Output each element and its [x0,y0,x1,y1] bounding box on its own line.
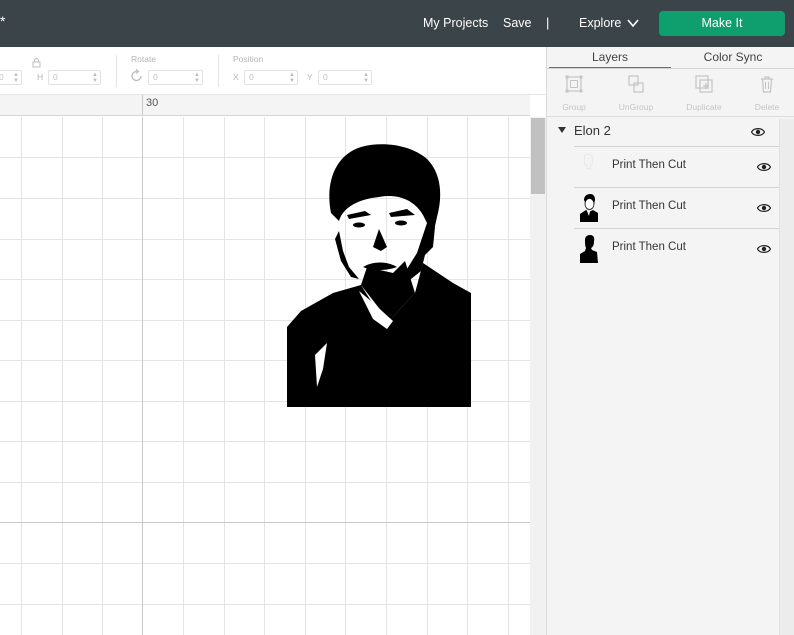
top-bar: * My Projects Save | Explore Make It [0,0,794,47]
unsaved-marker: * [0,13,6,29]
chevron-down-icon[interactable] [627,17,639,29]
layer-name: Print Then Cut [612,241,686,253]
stepper-icon[interactable]: ▲ ▼ [13,72,19,84]
portrait-image[interactable] [287,143,471,407]
panel-tabs: Layers Color Sync [547,47,794,69]
tab-layers[interactable]: Layers [549,47,671,69]
rotate-value: 0 [153,72,158,82]
layer-name: Print Then Cut [612,200,686,212]
height-field[interactable]: 0 ▲ ▼ [48,70,101,85]
rotate-field[interactable]: 0 ▲ ▼ [148,70,203,85]
y-label: Y [307,72,313,82]
stepper-icon[interactable]: ▲ ▼ [363,72,369,84]
eye-icon[interactable] [757,162,771,172]
layer-actions: Group UnGroup Duplicate Delete [547,69,794,117]
eye-icon[interactable] [757,244,771,254]
stepper-icon[interactable]: ▲ ▼ [92,72,98,84]
horizontal-ruler: 30 [0,95,530,116]
delete-label: Delete [754,102,780,112]
rotate-label: Rotate [131,54,157,64]
layers-panel: Layers Color Sync Group UnGroup Duplicat… [546,47,794,635]
explore-menu[interactable]: Explore [579,16,621,30]
rotate-icon [131,69,142,82]
group-label: Group [562,102,586,112]
design-canvas[interactable] [0,117,530,635]
ungroup-button[interactable]: UnGroup [605,69,667,117]
ungroup-icon [628,75,644,93]
stepper-icon[interactable]: ▲ ▼ [289,72,295,84]
duplicate-icon [695,75,713,93]
save-link[interactable]: Save [503,16,532,30]
x-value: 0 [249,72,254,82]
layer-group-row[interactable]: Elon 2 [547,118,781,144]
tab-color-sync[interactable]: Color Sync [671,47,794,69]
duplicate-label: Duplicate [686,102,722,112]
portrait-thumbnail [580,194,598,222]
design-space-app: * My Projects Save | Explore Make It 0 ▲… [0,0,794,635]
layer-row[interactable]: Print Then Cut [574,228,779,268]
height-value: 0 [53,72,58,82]
caret-down-icon[interactable] [558,127,566,133]
canvas-scrollbar[interactable] [530,117,546,635]
group-button[interactable]: Group [543,69,605,117]
ungroup-label: UnGroup [618,102,654,112]
layer-group-name: Elon 2 [574,123,611,138]
trash-icon [761,76,773,93]
ruler-number: 30 [146,97,159,109]
x-label: X [233,72,239,82]
nav-separator: | [546,15,550,30]
ruler-major-tick [142,95,143,116]
eye-icon[interactable] [757,203,771,213]
black-silhouette-thumbnail [580,235,598,263]
layer-row[interactable]: Print Then Cut [574,187,779,227]
layer-row[interactable]: Print Then Cut [574,146,779,186]
y-position-field[interactable]: 0 ▲ ▼ [318,70,372,85]
layer-name: Print Then Cut [612,159,686,171]
eye-icon[interactable] [751,127,765,137]
edit-toolbar: 0 ▲ ▼ H 0 ▲ ▼ Rotate 0 ▲ ▼ Position X 0 ▲ ▼ … [0,47,546,95]
delete-button[interactable]: Delete [736,69,794,117]
lock-icon[interactable] [31,57,42,68]
my-projects-link[interactable]: My Projects [423,16,488,30]
height-label: H [37,72,44,82]
position-label: Position [233,54,264,64]
toolbar-divider [116,55,117,87]
y-value: 0 [323,72,328,82]
panel-scrollbar[interactable] [779,119,794,635]
stepper-icon[interactable]: ▲ ▼ [194,72,200,84]
toolbar-divider [218,55,219,87]
make-it-button[interactable]: Make It [659,11,785,36]
white-silhouette-thumbnail [583,153,594,170]
width-field[interactable]: 0 ▲ ▼ [0,70,22,85]
duplicate-button[interactable]: Duplicate [673,69,735,117]
x-position-field[interactable]: 0 ▲ ▼ [244,70,298,85]
canvas-scrollbar-thumb[interactable] [531,118,545,194]
width-value: 0 [0,72,4,82]
group-icon [565,75,583,93]
